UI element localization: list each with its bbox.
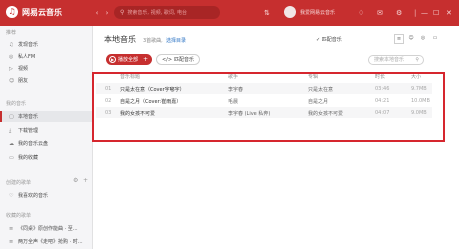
sidebar-item-label: 视频 [18,66,29,72]
album-view-icon[interactable]: ◎ [418,34,428,44]
sidebar-item-favorites[interactable]: ▭ 我的收藏 [0,152,92,163]
page-title: 本地音乐 [104,35,136,44]
search-bar[interactable]: ⚲ 搜索音乐, 视频, 歌词, 电台 [114,6,220,19]
section-title-created-playlists: 创建的歌单 [6,180,32,186]
select-directory-link[interactable]: 选择目录 [166,37,186,44]
sidebar: 推荐 ♫ 发现音乐 ◎ 私人FM ▷ 视频 ☺ 朋友 我的音乐 ▢ 本地音乐 ⤓… [0,26,93,249]
match-music-toolbar-button[interactable]: </> 匹配音乐 [156,54,200,65]
sidebar-item-fm[interactable]: ◎ 私人FM [0,51,92,62]
title-bar: ♫ 网易云音乐 ‹ › ⚲ 搜索音乐, 视频, 歌词, 电台 ⇅ 我爱网易云音乐… [0,0,459,26]
match-music-label: 匹配音乐 [321,37,342,43]
sidebar-item-label: 私人FM [18,54,36,60]
sidebar-item-cloud[interactable]: ☁ 我的音乐云盘 [0,138,92,149]
music-note-icon: ♫ [9,41,14,48]
add-to-queue-icon[interactable]: + [143,56,148,63]
search-placeholder: 搜索音乐, 视频, 歌词, 电台 [127,10,187,16]
sidebar-item-playlist[interactable]: ≡ 《同桌》原创作能曲 · 至... [0,223,92,234]
play-all-label: 播放全部 [118,57,139,63]
back-button[interactable]: ‹ [93,9,101,17]
code-icon: </> [161,56,173,63]
sidebar-item-discover[interactable]: ♫ 发现音乐 [0,39,92,50]
sidebar-item-downloads[interactable]: ⤓ 下载管理 [0,125,92,136]
play-icon: ▶ [109,56,116,63]
sidebar-item-label: 我的音乐云盘 [18,141,49,147]
friends-icon: ☺ [9,77,15,84]
sidebar-item-label: 本地音乐 [18,114,39,120]
sidebar-item-label: 下载管理 [18,128,39,134]
heart-icon: ♡ [9,192,14,199]
local-search-placeholder: 搜索本地音乐 [374,57,405,63]
playlist-icon: ≡ [9,238,14,245]
match-music-button[interactable]: ✓ 匹配音乐 [316,36,342,43]
highlight-box [92,72,445,142]
folder-icon: ▭ [9,154,14,161]
list-view-icon[interactable]: ≡ [394,34,404,44]
sidebar-item-label: 朋友 [18,78,29,84]
app-logo[interactable]: ♫ 网易云音乐 [6,6,62,18]
video-icon: ▷ [9,65,13,72]
avatar[interactable] [284,6,296,18]
sidebar-item-liked[interactable]: ♡ 我喜欢的音乐 [0,190,92,201]
sync-icon[interactable]: ⇅ [264,7,270,19]
forward-button[interactable]: › [103,9,111,17]
radio-icon: ◎ [9,53,14,60]
mail-icon[interactable]: ✉ [377,7,383,19]
sidebar-item-label: 两万全声《走吧》抢购 · 时... [18,239,83,245]
match-music-toolbar-label: 匹配音乐 [174,57,195,63]
sidebar-item-local-music[interactable]: ▢ 本地音乐 [0,111,92,122]
search-icon: ⚲ [120,9,125,16]
folder-view-icon[interactable]: ▭ [430,34,440,44]
username[interactable]: 我爱网易云音乐 [300,9,335,16]
sidebar-item-label: 我的收藏 [18,155,39,161]
window-divider: | [414,9,417,17]
sidebar-item-label: 发现音乐 [18,42,39,48]
netease-logo-icon: ♫ [6,6,18,18]
sidebar-item-label: 《同桌》原创作能曲 · 至... [18,226,78,232]
local-music-icon: ▢ [9,113,14,120]
download-icon: ⤓ [9,127,12,134]
cloud-icon: ☁ [9,140,14,147]
artist-view-icon[interactable]: ☺ [406,34,416,44]
sidebar-item-label: 我喜欢的音乐 [18,193,49,199]
add-playlist-icon[interactable]: + [83,177,88,184]
song-count: 3首歌曲, [143,38,163,44]
section-title-collected-playlists: 收藏的歌单 [6,213,32,219]
section-title-my-music: 我的音乐 [6,101,27,107]
close-icon[interactable]: ✕ [446,7,452,19]
settings-icon[interactable]: ⚙ [396,7,402,19]
search-icon: ⚲ [415,57,419,63]
sidebar-item-friends[interactable]: ☺ 朋友 [0,75,92,86]
sidebar-item-video[interactable]: ▷ 视频 [0,63,92,74]
play-all-button[interactable]: ▶ 播放全部 + [106,54,152,65]
minimize-icon[interactable]: — [421,7,428,19]
skin-icon[interactable]: ♢ [358,7,364,19]
app-name: 网易云音乐 [22,7,62,17]
local-search-input[interactable]: 搜索本地音乐 ⚲ [368,55,424,65]
sidebar-item-playlist[interactable]: ≡ 两万全声《走吧》抢购 · 时... [0,236,92,247]
section-title-recommend: 推荐 [6,30,17,36]
playlist-icon: ≡ [9,225,14,232]
maximize-icon[interactable]: ☐ [433,7,439,19]
playlist-settings-icon[interactable]: ⚙ [73,177,78,184]
